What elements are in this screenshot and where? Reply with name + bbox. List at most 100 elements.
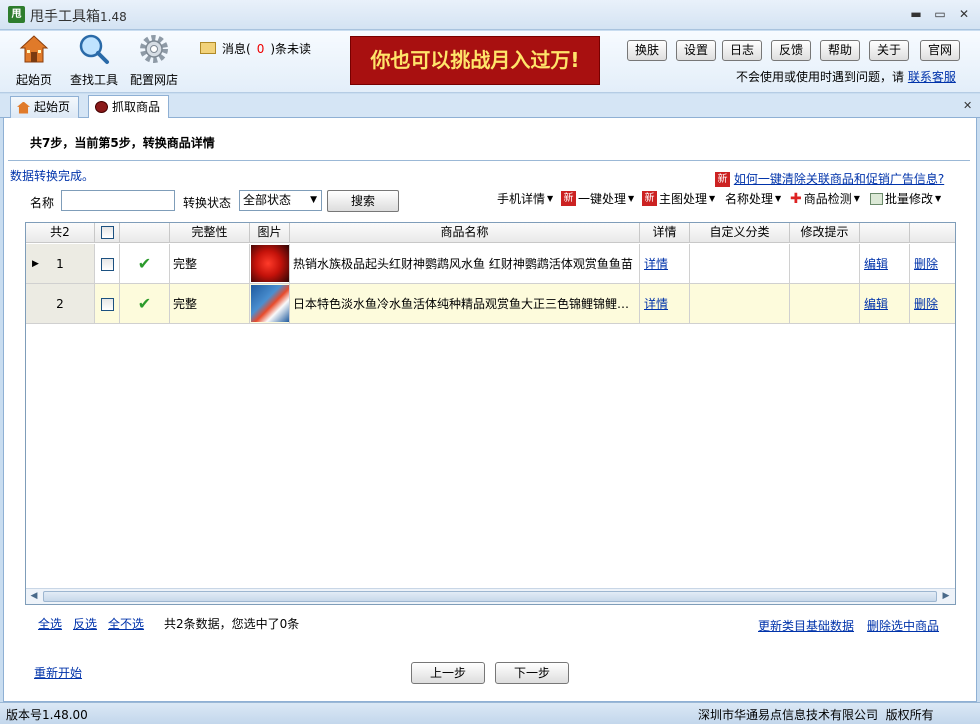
contact-support-link[interactable]: 联系客服 [908,70,956,84]
header-select-all[interactable] [95,223,120,243]
one-click-label: 一键处理 [578,192,627,206]
status-select-value: 全部状态 [243,193,292,207]
delete-link[interactable]: 删除 [910,244,955,284]
message-indicator[interactable]: 消息(0)条未读 [200,40,311,57]
edit-link[interactable]: 编辑 [860,284,910,324]
row-pointer-icon: ▶ [32,259,39,269]
header-completeness: 完整性 [170,223,250,243]
edit-link[interactable]: 编辑 [860,244,910,284]
copyright-text: 深圳市华通易点信息技术有限公司 版权所有 [698,708,934,722]
detail-link-text[interactable]: 详情 [644,297,668,311]
envelope-icon [200,42,216,54]
minimize-button[interactable]: ▬ [908,6,924,22]
header-count: 共2 [26,223,95,243]
header-delete [910,223,955,243]
product-thumbnail[interactable] [250,284,290,324]
app-name: 甩手工具箱 [30,9,100,25]
caret-down-icon: ▼ [709,194,716,203]
home-button[interactable]: 起始页 [8,31,60,91]
delete-link-text[interactable]: 删除 [914,297,938,311]
header-edit-hint: 修改提示 [790,223,860,243]
caret-down-icon: ▼ [547,194,554,203]
row-checkbox-cell[interactable] [95,284,120,324]
invert-selection-link[interactable]: 反选 [73,615,97,632]
detail-link-text[interactable]: 详情 [644,257,668,271]
custom-category-cell[interactable] [690,284,790,324]
product-thumbnail[interactable] [250,244,290,284]
mobile-detail-dropdown[interactable]: 手机详情 ▼ [497,190,553,207]
clear-ads-help[interactable]: 新 如何一键清除关联商品和促销广告信息? [715,170,944,187]
detail-link[interactable]: 详情 [640,284,690,324]
selection-summary: 共2条数据，您选中了0条 [164,617,300,631]
promo-banner[interactable]: 你也可以挑战月入过万! [350,36,600,85]
feedback-button[interactable]: 反馈 [771,40,812,61]
one-click-dropdown[interactable]: 新一键处理 ▼ [561,190,634,207]
divider [8,160,970,161]
new-badge-icon: 新 [561,191,576,206]
app-version: 1.48 [100,10,127,24]
log-button[interactable]: 日志 [722,40,763,61]
custom-category-cell[interactable] [690,244,790,284]
name-process-label: 名称处理 [725,192,774,206]
row-checkbox[interactable] [100,258,114,271]
scroll-right-icon[interactable]: ▶ [939,590,953,603]
tab-grab-products[interactable]: 抓取商品 [88,95,170,118]
delete-link-text[interactable]: 删除 [914,257,938,271]
table-row[interactable]: ▶ 1 ✔ 完整 热销水族极品起头红财神鹦鹉风水鱼 红财神鹦鹉活体观赏鱼鱼苗 详情… [26,244,955,284]
product-check-label: 商品检测 [803,192,852,206]
prev-step-button[interactable]: 上一步 [411,662,485,684]
restart-link[interactable]: 重新开始 [34,664,82,681]
table-row[interactable]: 2 ✔ 完整 日本特色淡水鱼冷水鱼活体纯种精品观赏鱼大正三色锦鲤锦鲤… 详情 编… [26,284,955,324]
row-checkbox[interactable] [100,298,114,311]
row-number-text: 1 [56,257,64,271]
tab-close-icon[interactable]: ✕ [963,99,972,112]
horizontal-scrollbar[interactable]: ◀ ▶ [26,588,955,604]
status-select[interactable]: 全部状态 ▼ [239,190,322,211]
main-image-dropdown[interactable]: 新主图处理 ▼ [642,190,715,207]
find-tools-button[interactable]: 查找工具 [66,31,122,91]
version-text: 版本号1.48.00 [6,708,88,722]
message-suffix: )条未读 [270,42,312,56]
row-checkbox-cell[interactable] [95,244,120,284]
skin-button[interactable]: 换肤 [627,40,668,61]
scroll-left-icon[interactable]: ◀ [27,590,41,603]
clear-ads-link[interactable]: 如何一键清除关联商品和促销广告信息? [734,172,944,186]
edit-link-text[interactable]: 编辑 [864,297,888,311]
row-number: 2 [26,284,95,324]
close-button[interactable]: ✕ [956,6,972,22]
name-process-dropdown[interactable]: 名称处理 ▼ [725,190,781,207]
product-table: 共2 完整性 图片 商品名称 详情 自定义分类 修改提示 ▶ 1 ✔ 完整 热销水… [25,222,956,605]
magnifier-icon [79,34,109,64]
status-message: 数据转换完成。 [10,169,95,183]
maximize-button[interactable]: ▭ [932,6,948,22]
mobile-detail-label: 手机详情 [497,192,546,206]
detail-link[interactable]: 详情 [640,244,690,284]
settings-button[interactable]: 设置 [676,40,717,61]
update-category-link[interactable]: 更新类目基础数据 [758,617,854,634]
select-none-link[interactable]: 全不选 [108,615,144,632]
product-name-cell: 热销水族极品起头红财神鹦鹉风水鱼 红财神鹦鹉活体观赏鱼鱼苗 [290,244,640,284]
header-custom-category: 自定义分类 [690,223,790,243]
delete-selected-link[interactable]: 删除选中商品 [867,617,939,634]
batch-edit-label: 批量修改 [885,192,934,206]
home-label: 起始页 [15,73,52,87]
checkmark-icon: ✔ [120,244,170,284]
product-check-dropdown[interactable]: ✚ 商品检测 ▼ [790,190,860,207]
next-step-button[interactable]: 下一步 [495,662,569,684]
name-input[interactable] [61,190,175,211]
config-shop-button[interactable]: 配置网店 [126,31,182,91]
help-button[interactable]: 帮助 [820,40,861,61]
edit-link-text[interactable]: 编辑 [864,257,888,271]
about-button[interactable]: 关于 [869,40,910,61]
header-image: 图片 [250,223,290,243]
batch-edit-dropdown[interactable]: 批量修改 ▼ [870,190,941,207]
website-button[interactable]: 官网 [920,40,961,61]
search-button[interactable]: 搜索 [327,190,399,212]
delete-link[interactable]: 删除 [910,284,955,324]
gear-icon [140,35,168,63]
row-number: ▶ 1 [26,244,95,284]
select-all-link[interactable]: 全选 [38,615,62,632]
tab-home[interactable]: 起始页 [10,96,80,118]
select-all-checkbox[interactable] [100,226,114,239]
scrollbar-thumb[interactable] [43,591,937,602]
